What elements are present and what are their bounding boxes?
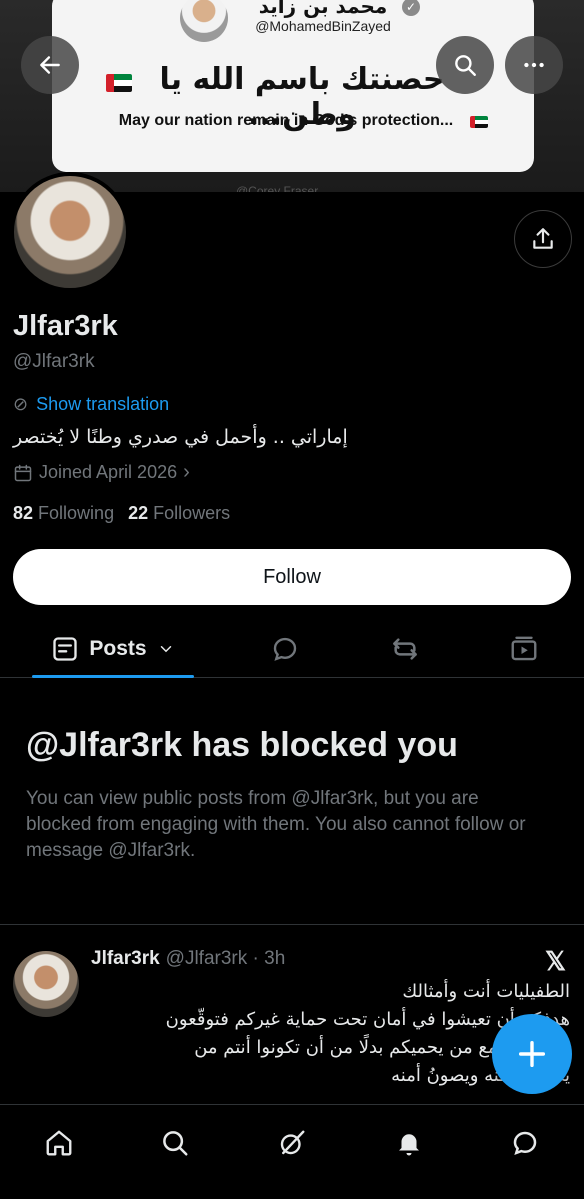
- display-name: Jlfar3rk: [13, 310, 118, 342]
- search-icon: [455, 55, 476, 76]
- blocked-message: You can view public posts from @Jlfar3rk…: [26, 788, 526, 861]
- reply-icon: [273, 637, 297, 661]
- x-logo-icon: 𝕏: [545, 946, 566, 976]
- nav-home[interactable]: [39, 1123, 79, 1163]
- back-button[interactable]: [21, 36, 79, 94]
- post-header: Jlfar3rk @Jlfar3rk · 3h: [91, 948, 285, 970]
- tab-replies[interactable]: [255, 620, 315, 678]
- nav-notifications[interactable]: [389, 1123, 429, 1163]
- post-line: الطفيليات أنت وأمثالك: [402, 981, 570, 1002]
- tab-posts[interactable]: Posts: [32, 620, 194, 678]
- compose-button[interactable]: [492, 1014, 572, 1094]
- banner-name: محمد بن زايد: [258, 0, 388, 18]
- following-link[interactable]: 82 Following: [13, 503, 114, 524]
- translate-icon: ⊘: [13, 394, 29, 414]
- following-count: 82: [13, 503, 34, 523]
- following-label: Following: [38, 503, 115, 523]
- tab-active-indicator: [32, 675, 194, 678]
- show-translation-label: Show translation: [36, 394, 170, 414]
- arrow-left-icon: [40, 56, 60, 74]
- share-button[interactable]: [514, 210, 572, 268]
- verified-icon: ✓: [402, 0, 420, 16]
- banner-english-text: May our nation remain in God's protectio…: [118, 112, 454, 129]
- home-icon: [46, 1130, 72, 1156]
- video-icon: [511, 636, 537, 661]
- post-meta: @Jlfar3rk · 3h: [165, 948, 286, 969]
- profile-tabs: Posts: [0, 620, 584, 678]
- plus-icon: [518, 1040, 546, 1068]
- followers-label: Followers: [153, 503, 231, 523]
- nav-explore[interactable]: [155, 1123, 195, 1163]
- blocked-title: @Jlfar3rk has blocked you: [26, 726, 458, 764]
- follow-stats: 82 Following 22 Followers: [13, 503, 230, 524]
- nav-grok[interactable]: [272, 1123, 312, 1163]
- uae-flag-icon: [106, 74, 132, 92]
- banner-handle: @MohamedBinZayed: [255, 18, 391, 34]
- banner-avatar: [180, 0, 228, 42]
- search-icon: [163, 1131, 188, 1156]
- posts-icon: [53, 637, 78, 661]
- search-button[interactable]: [436, 36, 494, 94]
- banner-credit: @Corey Fraser: [236, 184, 319, 192]
- repost-icon: [393, 638, 417, 660]
- tab-reposts[interactable]: [375, 620, 435, 678]
- follow-button[interactable]: Follow: [13, 549, 571, 605]
- joined-date[interactable]: Joined April 2026 ›: [13, 461, 190, 484]
- followers-link[interactable]: 22 Followers: [128, 503, 230, 524]
- profile-bio: إماراتي .. وأحمل في صدري وطنًا لا يُختصر: [13, 426, 348, 448]
- profile-handle: @Jlfar3rk: [13, 351, 95, 372]
- uae-flag-icon: [470, 116, 488, 128]
- tab-media[interactable]: [494, 620, 554, 678]
- chevron-right-icon: ›: [183, 461, 190, 483]
- nav-messages[interactable]: [505, 1123, 545, 1163]
- message-icon: [513, 1131, 537, 1156]
- divider: [0, 924, 584, 925]
- bottom-nav: [0, 1104, 584, 1199]
- more-icon: [524, 62, 544, 68]
- joined-label: Joined April 2026: [39, 462, 178, 482]
- followers-count: 22: [128, 503, 149, 523]
- share-icon: [533, 228, 553, 249]
- grok-icon: [280, 1130, 305, 1155]
- post-author-name[interactable]: Jlfar3rk: [91, 948, 160, 970]
- tab-posts-label: Posts: [89, 637, 147, 660]
- more-button[interactable]: [505, 36, 563, 94]
- show-translation-link[interactable]: ⊘ Show translation: [13, 394, 169, 415]
- post-avatar[interactable]: [13, 951, 79, 1017]
- profile-banner[interactable]: محمد بن زايد ✓ @MohamedBinZayed حصنتك با…: [0, 0, 584, 192]
- bell-icon: [399, 1134, 419, 1156]
- chevron-down-icon: [160, 646, 171, 653]
- calendar-icon: [14, 464, 32, 481]
- profile-avatar[interactable]: [10, 172, 130, 292]
